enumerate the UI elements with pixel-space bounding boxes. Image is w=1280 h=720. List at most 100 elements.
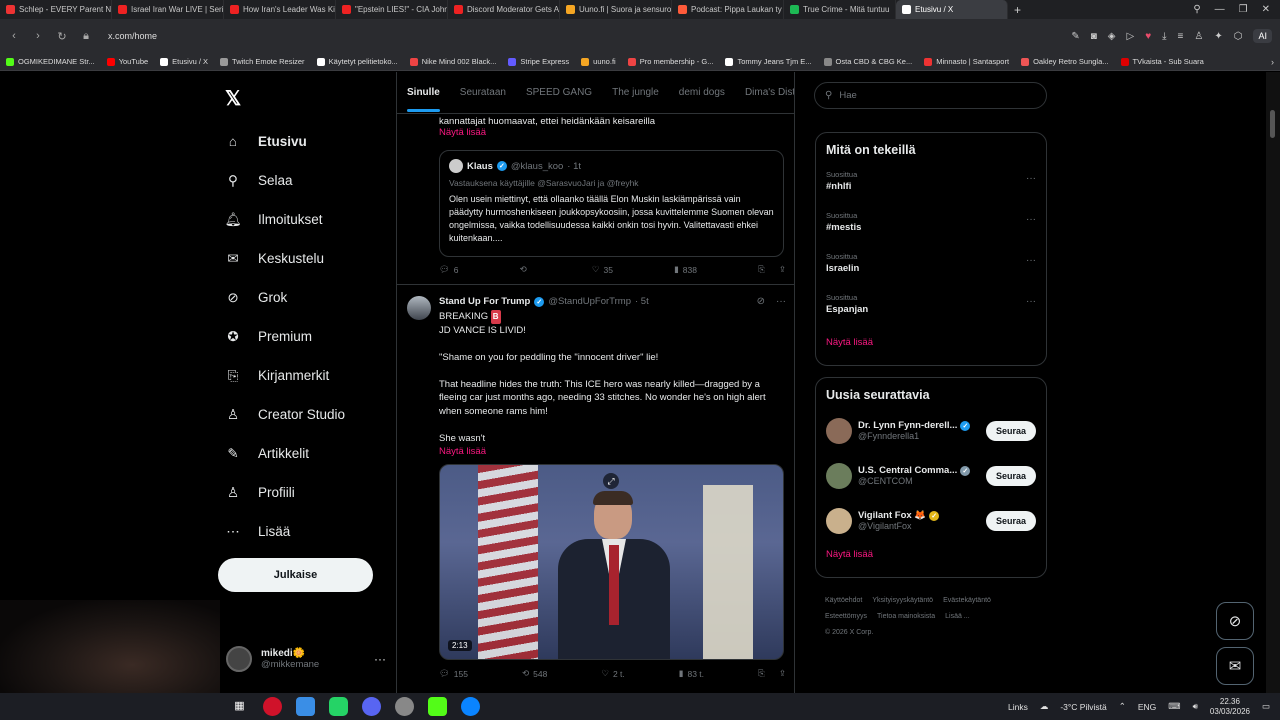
menu-icon[interactable]: ≡ (1178, 31, 1184, 42)
footer-link[interactable]: Yksityisyyskäytäntö (872, 597, 933, 604)
sidebar-item-bell[interactable]: 🔔︎ Ilmoitukset (224, 200, 345, 239)
follow-button[interactable]: Seuraa (985, 420, 1036, 441)
more-icon[interactable]: ··· (776, 296, 786, 307)
footer-link[interactable]: Tietoa mainoksista (877, 613, 935, 620)
photoshop-icon[interactable] (296, 697, 315, 716)
avatar[interactable] (826, 417, 852, 444)
bookmark-icon[interactable]: ⎘ (758, 264, 765, 275)
notification-icon[interactable]: ▭ (1262, 701, 1270, 712)
weather-text[interactable]: -3°C Pilvistä (1060, 702, 1106, 712)
feed-tab[interactable]: Dima's Dist (745, 87, 794, 98)
account-switcher[interactable]: mikedi🌼 @mikkemane ··· (226, 646, 386, 672)
expand-icon[interactable]: ⤢ (603, 473, 619, 489)
feed-tab[interactable]: demi dogs (679, 87, 725, 98)
network-icon[interactable]: ⌨ (1168, 701, 1180, 712)
app-icon[interactable] (395, 697, 414, 716)
post-time[interactable]: · 5t (635, 296, 649, 307)
task-view-icon[interactable]: ▦ (230, 697, 249, 716)
quoted-post[interactable]: Klaus ✓ @klaus_koo · 1t Vastauksena käyt… (439, 150, 784, 257)
repost-button[interactable]: ⟲ 548 (522, 668, 547, 679)
search-box[interactable]: ⚲ (814, 82, 1047, 109)
show-more-link[interactable]: Näytä lisää (439, 127, 655, 138)
volume-icon[interactable]: 🔊︎ (1193, 701, 1198, 712)
x-logo-icon[interactable]: 𝕏 (225, 86, 241, 111)
browser-tab[interactable]: Israel Iran War LIVE | Serie (112, 0, 224, 19)
browser-tab[interactable]: Discord Moderator Gets A (448, 0, 560, 19)
views-button[interactable]: ▮ 83 t. (679, 668, 704, 679)
reply-button[interactable]: 💬︎ 155 (439, 668, 468, 679)
more-icon[interactable]: ··· (1026, 296, 1036, 307)
browser-tab[interactable]: How Iran's Leader Was Kill (224, 0, 336, 19)
reply-button[interactable]: 💬︎ 6 (439, 264, 459, 275)
shield-icon[interactable]: ◈ (1108, 31, 1116, 42)
search-tabs-icon[interactable]: ⚲ (1193, 4, 1200, 15)
share-icon[interactable]: ⇪ (779, 668, 786, 679)
opera-icon[interactable] (263, 697, 282, 716)
messages-fab-icon[interactable]: ✉ (1216, 647, 1254, 685)
more-icon[interactable]: ··· (1026, 214, 1036, 225)
messaging-app-icon[interactable] (329, 697, 348, 716)
profile-icon[interactable]: ♙ (1194, 31, 1203, 42)
bookmark-item[interactable]: Stripe Express (508, 57, 569, 66)
share-icon[interactable]: ⇪ (779, 264, 786, 275)
extension-icon[interactable]: ✦ (1214, 31, 1222, 42)
feed-tab[interactable]: SPEED GANG (526, 87, 592, 98)
sidebar-item-creator[interactable]: ♙ Creator Studio (225, 395, 345, 434)
trend-item[interactable]: Suosittua #mestis ··· (816, 208, 1046, 249)
repost-button[interactable]: ⟲ (520, 264, 531, 275)
scrollbar-thumb[interactable] (1270, 110, 1275, 138)
lang-indicator[interactable]: ENG (1138, 702, 1156, 712)
edit-icon[interactable]: ✎ (1071, 31, 1079, 42)
reload-icon[interactable]: ↻ (56, 30, 68, 43)
browser-tab[interactable]: Podcast: Pippa Laukan ty (672, 0, 784, 19)
download-icon[interactable]: ⤓ (1162, 31, 1166, 42)
sidebar-item-search[interactable]: ⚲ Selaa (225, 161, 345, 200)
bookmark-item[interactable]: Osta CBD & CBG Ke... (823, 57, 912, 66)
bookmark-item[interactable]: Minnasto | Santasport (924, 57, 1009, 66)
bookmark-item[interactable]: uuno.fi (581, 57, 616, 66)
url-field[interactable]: x.com/home (108, 31, 157, 41)
discord-icon[interactable] (362, 697, 381, 716)
bookmark-item[interactable]: Tommy Jeans Tjm E... (725, 57, 812, 66)
views-button[interactable]: ▮ 838 (674, 264, 697, 275)
like-button[interactable]: ♡ 2 t. (601, 668, 624, 679)
sidebar-item-mail[interactable]: ✉ Keskustelu (225, 239, 345, 278)
feed-tab[interactable]: The jungle (612, 87, 659, 98)
weather-icon[interactable]: ☁ (1040, 701, 1049, 712)
video-player[interactable]: ⤢ 2:13 (439, 464, 784, 660)
follow-show-more[interactable]: Näytä lisää (816, 543, 1046, 560)
bookmarks-more-icon[interactable]: › (1271, 57, 1274, 67)
sidebar-item-home[interactable]: ⌂ Etusivu (225, 122, 345, 161)
bookmark-item[interactable]: Etusivu / X (160, 57, 208, 66)
kick-icon[interactable] (428, 697, 447, 716)
trend-item[interactable]: Suosittua Espanjan ··· (816, 290, 1046, 331)
bookmark-item[interactable]: Oakley Retro Sungla... (1021, 57, 1109, 66)
clock[interactable]: 22.36 03/03/2026 (1210, 697, 1250, 717)
play-icon[interactable]: ▷ (1126, 31, 1134, 42)
post-author-handle[interactable]: @StandUpForTrmp (548, 296, 631, 307)
new-tab-button[interactable]: + (1008, 3, 1027, 17)
chevron-up-icon[interactable]: ⌃ (1119, 701, 1126, 712)
maximize-icon[interactable]: ❐ (1239, 4, 1248, 15)
box-icon[interactable]: ⬡ (1234, 31, 1243, 42)
links-toolbar[interactable]: Links (1008, 702, 1028, 712)
bookmark-item[interactable]: OGMIKEDIMANE Str... (6, 57, 95, 66)
ai-button[interactable]: AI (1253, 29, 1272, 43)
browser-tab[interactable]: Uuno.fi | Suora ja sensuro (560, 0, 672, 19)
more-icon[interactable]: ··· (374, 652, 386, 666)
bookmark-item[interactable]: TVkaista - Sub Suara (1120, 57, 1204, 66)
trend-item[interactable]: Suosittua Israelin ··· (816, 249, 1046, 290)
footer-link[interactable]: Esteettömyys (825, 613, 867, 620)
feed-tab[interactable]: Seurataan (460, 87, 506, 98)
forward-icon[interactable]: › (32, 30, 44, 42)
post-button[interactable]: Julkaise (218, 558, 373, 592)
grok-fab-icon[interactable]: ⊘ (1216, 602, 1254, 640)
bookmark-item[interactable]: Käytetyt pelitietoko... (316, 57, 398, 66)
avatar[interactable] (407, 296, 431, 320)
search-input[interactable] (839, 90, 1020, 101)
grok-icon[interactable]: ⊘ (757, 296, 765, 307)
follow-suggestion[interactable]: U.S. Central Comma... ✓ @CENTCOM Seuraa (816, 453, 1046, 498)
minimize-icon[interactable]: — (1215, 4, 1225, 15)
bookmark-item[interactable]: Pro membership - G... (627, 57, 713, 66)
follow-suggestion[interactable]: Vigilant Fox 🦊 ✓ @VigilantFox Seuraa (816, 498, 1046, 543)
